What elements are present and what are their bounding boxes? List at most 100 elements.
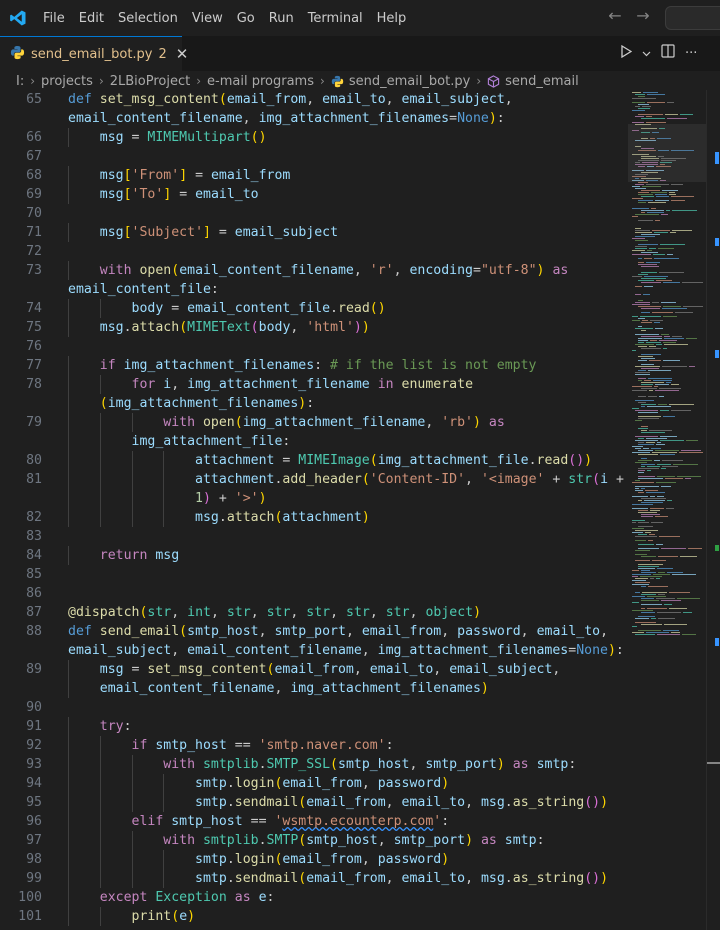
minimap-line [659,396,664,397]
menu-run[interactable]: Run [262,7,301,30]
vertical-scrollbar[interactable] [706,90,720,930]
title-bar: File Edit Selection View Go Run Terminal… [0,0,720,36]
breadcrumb-file[interactable]: send_email_bot.py [349,74,471,89]
minimap-line [638,568,655,569]
code-line: 90 [0,698,628,717]
minimap-line [632,390,647,391]
minimap-line [651,208,656,209]
code-line: email_content_file: [0,280,628,299]
chevron-down-icon[interactable] [642,46,651,61]
line-number: 79 [26,415,42,430]
minimap-line [646,632,669,633]
close-icon[interactable]: ✕ [176,45,189,63]
minimap-line [641,612,655,613]
minimap-line [659,536,680,537]
tab-send-email-bot[interactable]: send_email_bot.py 2 ✕ [0,36,188,71]
run-icon[interactable] [620,44,633,62]
minimap-line [632,208,649,209]
breadcrumb-folder-email-programs[interactable]: e-mail programs [207,74,314,89]
minimap-line [657,476,675,477]
minimap-line [646,492,665,493]
minimap-line [644,276,668,277]
line-number: 71 [26,225,42,240]
menu-go[interactable]: Go [230,7,262,30]
minimap-line [662,190,678,191]
minimap-line [635,184,644,185]
minimap-line [644,258,652,259]
back-arrow-icon[interactable]: ← [606,6,624,25]
minimap-line [651,522,663,523]
minimap-line [679,452,703,453]
menu-selection[interactable]: Selection [111,7,185,30]
breadcrumb-symbol[interactable]: send_email [505,74,579,89]
code-line: 85 [0,565,628,584]
line-number: 101 [18,909,42,924]
minimap-line [650,578,654,579]
minimap-line [655,516,668,517]
menu-terminal[interactable]: Terminal [301,7,370,30]
minimap-line [641,406,645,407]
menu-help[interactable]: Help [370,7,414,30]
code-line: 96 elif smtp_host == 'wsmtp.ecounterp.co… [0,812,628,831]
minimap-line [632,276,642,277]
code-line: 87 @dispatch(str, int, str, str, str, str… [0,603,628,622]
code-line: 81 attachment.add_header('Content-ID', '… [0,470,628,489]
minimap-line [635,214,659,215]
minimap-line [638,564,663,565]
code-text: msg.attach(attachment) [195,510,370,525]
minimap-line [664,624,687,625]
minimap-line [642,186,661,187]
split-editor-icon[interactable] [661,44,675,62]
line-number: 66 [26,130,42,145]
tab-bar: send_email_bot.py 2 ✕ ··· [0,36,720,71]
minimap-line [656,344,662,345]
code-text: (img_attachment_filenames): [99,396,315,411]
code-line: 76 [0,337,628,356]
breadcrumb-drive[interactable]: I: [16,74,24,89]
minimap-line [677,476,701,477]
menu-file[interactable]: File [36,7,72,30]
minimap-line [638,418,659,419]
code-editor[interactable]: 65 def set_msg_content(email_from, email_… [0,90,628,930]
minimap-line [638,476,655,477]
minimap-line [671,196,694,197]
command-center-search[interactable] [665,6,720,30]
minimap-line [635,116,644,117]
scrollbar-marker [715,350,719,358]
menu-edit[interactable]: Edit [72,7,111,30]
minimap-line [651,448,661,449]
minimap-line [665,114,678,115]
minimap[interactable] [628,90,706,930]
minimap-line [651,192,667,193]
minimap-line [641,210,664,211]
minimap-line [638,300,643,301]
minimap-line [656,280,672,281]
minimap-line [632,532,643,533]
minimap-line [638,264,657,265]
minimap-line [635,294,641,295]
minimap-line [638,306,661,307]
minimap-line [632,626,637,627]
minimap-line [635,236,655,237]
code-text: email_content_filename, img_attachment_f… [68,111,505,126]
forward-arrow-icon[interactable]: → [634,6,652,25]
menu-view[interactable]: View [185,7,230,30]
line-number: 98 [26,852,42,867]
more-actions-icon[interactable]: ··· [685,46,697,61]
minimap-line [641,384,653,385]
minimap-line [663,630,679,631]
minimap-line [656,196,669,197]
line-number: 97 [26,833,42,848]
minimap-line [671,384,679,385]
minimap-line [642,106,651,107]
minimap-line [632,320,640,321]
minimap-viewport[interactable] [628,124,706,182]
breadcrumb-folder-projects[interactable]: projects [41,74,93,89]
breadcrumb-folder-2lbioproject[interactable]: 2LBioProject [110,74,190,89]
minimap-line [638,492,644,493]
minimap-line [638,194,653,195]
minimap-line [641,282,661,283]
minimap-line [638,356,653,357]
minimap-line [647,250,652,251]
line-number: 91 [26,719,42,734]
